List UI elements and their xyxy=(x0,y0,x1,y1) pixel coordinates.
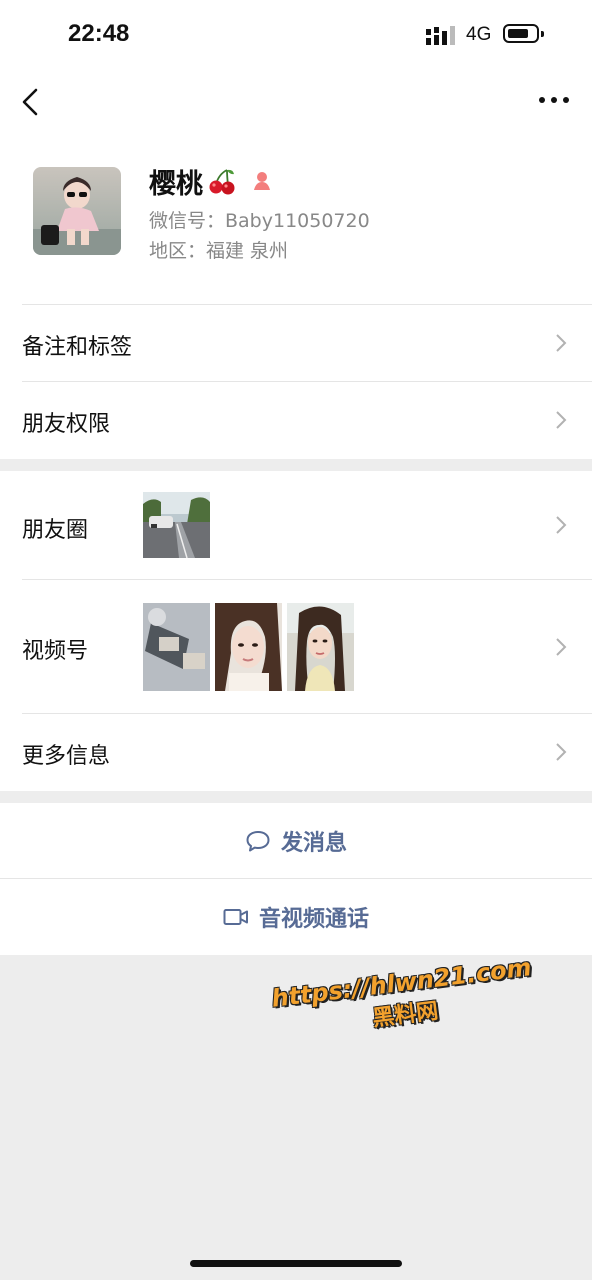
chevron-right-icon xyxy=(556,334,567,352)
more-dots-icon[interactable] xyxy=(534,84,574,116)
moments-photo xyxy=(143,492,210,558)
divider xyxy=(22,381,592,382)
status-time: 22:48 xyxy=(68,20,130,47)
battery-icon xyxy=(503,24,544,43)
nav-bar xyxy=(0,70,592,130)
chevron-right-icon xyxy=(556,743,567,761)
remarks-tags-label: 备注和标签 xyxy=(22,335,133,360)
region: 地区：福建 泉州 xyxy=(149,240,289,262)
channels-label: 视频号 xyxy=(22,639,89,664)
channels-thumb xyxy=(287,603,354,691)
remarks-tags-row[interactable]: 备注和标签 xyxy=(0,304,592,381)
divider xyxy=(22,713,592,714)
av-call-label: 音视频通话 xyxy=(258,907,369,932)
home-indicator xyxy=(190,1260,402,1267)
friend-permissions-label: 朋友权限 xyxy=(22,412,111,437)
moments-label: 朋友圈 xyxy=(22,518,89,543)
chat-bubble-icon xyxy=(246,830,270,851)
avatar[interactable] xyxy=(33,167,121,255)
divider xyxy=(22,304,592,305)
friend-permissions-row[interactable]: 朋友权限 xyxy=(0,381,592,459)
av-call-button[interactable]: 音视频通话 xyxy=(0,879,592,955)
moments-row[interactable]: 朋友圈 xyxy=(0,471,592,579)
back-arrow-icon[interactable] xyxy=(14,78,50,122)
female-icon xyxy=(254,172,270,190)
network-type: 4G xyxy=(466,24,492,45)
chevron-right-icon xyxy=(556,638,567,656)
send-message-label: 发消息 xyxy=(280,830,347,856)
video-camera-icon xyxy=(223,909,248,925)
profile-name: 樱桃 xyxy=(149,168,203,200)
channels-thumb xyxy=(215,603,282,691)
chevron-right-icon xyxy=(556,411,567,429)
send-message-button[interactable]: 发消息 xyxy=(0,803,592,878)
watermark: https://hlwn21.com 黑料网 xyxy=(270,953,537,1044)
name-row: 樱桃 xyxy=(149,164,273,200)
wechat-id: 微信号：Baby11050720 xyxy=(149,210,370,232)
more-info-row[interactable]: 更多信息 xyxy=(0,713,592,791)
chevron-right-icon xyxy=(556,516,567,534)
channels-row[interactable]: 视频号 xyxy=(0,579,592,713)
signal-icon xyxy=(426,26,455,45)
cherry-emoji-icon xyxy=(209,169,235,195)
channels-thumb xyxy=(143,603,210,691)
status-bar: 22:48 4G xyxy=(0,0,592,70)
profile-header: 樱桃 微信号：Baby11050720 地区：福建 泉州 xyxy=(0,130,592,304)
more-info-label: 更多信息 xyxy=(22,744,111,769)
divider xyxy=(22,579,592,580)
